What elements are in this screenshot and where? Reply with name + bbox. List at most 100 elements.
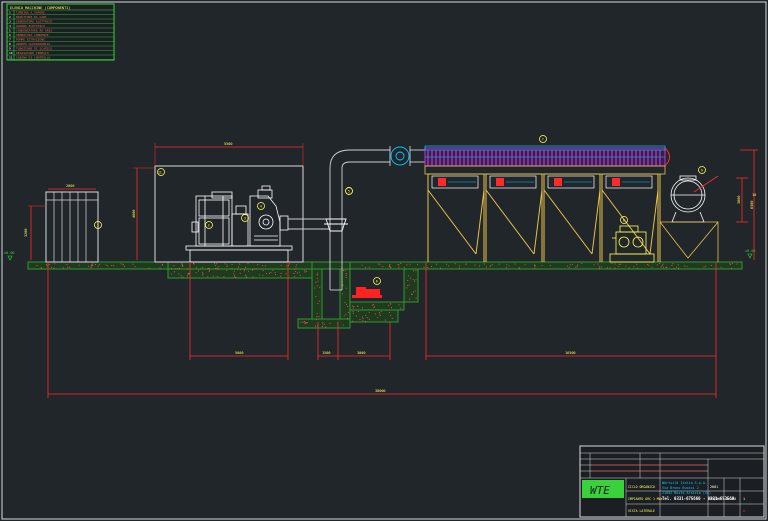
hatch-dot — [243, 268, 245, 270]
hatch-dot — [569, 264, 571, 266]
hatch-dot — [325, 326, 327, 328]
hatch-dot — [665, 267, 667, 268]
drawing-sheet: 1 — [743, 497, 745, 501]
legend-table: ELENCO MACCHINE (COMPONENTI) 1 TURBINA A … — [6, 3, 115, 61]
hatch-dot — [672, 263, 674, 265]
hatch-dot — [200, 268, 201, 270]
hatch-dot — [489, 266, 491, 268]
company-line4: Tel. 0331-675660 - 0331-653568 — [662, 496, 735, 501]
dim-right-height: 3000 — [737, 196, 741, 204]
fan-motor — [554, 178, 562, 186]
dim-top-building: 5500 — [224, 142, 232, 146]
hatch-dot — [318, 316, 320, 318]
hatch-dot — [391, 317, 393, 319]
hatch-dot — [505, 267, 507, 269]
condensate-tank — [659, 166, 719, 262]
fan-motor — [438, 178, 446, 186]
hatch-dot — [215, 268, 217, 269]
legend-row-number: 10 — [9, 51, 13, 55]
hatch-dot — [174, 271, 175, 273]
hatch-dot — [316, 313, 318, 315]
hatch-dot — [202, 267, 204, 268]
hatch-dot — [356, 315, 357, 317]
hatch-dot — [412, 279, 414, 281]
hatch-dot — [316, 316, 318, 317]
hatch-dot — [352, 307, 354, 309]
hatch-dot — [352, 312, 354, 314]
hatch-dot — [534, 267, 536, 269]
hatch-dot — [245, 266, 247, 268]
hatch-dot — [243, 270, 245, 272]
hatch-dot — [577, 264, 578, 266]
hatch-dot — [182, 265, 184, 266]
hatch-dot — [384, 319, 386, 321]
hatch-dot — [710, 265, 712, 266]
hatch-dot — [676, 266, 677, 268]
hatch-dot — [179, 268, 180, 269]
hatch-dot — [581, 263, 583, 264]
legend-row-number: 11 — [9, 55, 13, 59]
dim-pit-b: 3000 — [357, 351, 365, 355]
hatch-dot — [319, 287, 321, 289]
hatch-dot — [662, 263, 664, 265]
hatch-dot — [599, 267, 601, 269]
hatch-dot — [304, 271, 306, 273]
hatch-dot — [352, 305, 353, 307]
hatch-dot — [427, 266, 429, 268]
hatch-dot — [274, 272, 276, 273]
hatch-dot — [214, 265, 216, 267]
hatch-dot — [490, 265, 492, 266]
hatch-dot — [316, 318, 317, 320]
hatch-dot — [218, 266, 220, 268]
hatch-dot — [593, 264, 595, 266]
balloon-5: 5 — [348, 190, 350, 194]
hatch-dot — [296, 264, 297, 266]
hatch-dot — [323, 323, 325, 325]
hatch-dot — [365, 267, 366, 269]
hatch-dot — [315, 282, 317, 284]
hatch-dot — [413, 291, 414, 293]
hatch-dot — [270, 271, 272, 273]
hatch-dot — [233, 273, 235, 275]
storage-tank: 1 2000 3200 — [24, 184, 102, 263]
hatch-dot — [177, 268, 179, 270]
balloon-11: 11 — [158, 171, 162, 175]
hatch-dot — [345, 274, 347, 276]
hatch-dot — [344, 270, 346, 272]
desc-line2: IMPIANTO ORC 1 MWe — [628, 497, 663, 501]
hatch-dot — [518, 267, 520, 269]
hatch-dot — [214, 263, 215, 265]
hatch-dot — [575, 266, 577, 268]
hatch-dot — [647, 264, 648, 265]
hatch-dot — [216, 267, 218, 269]
hatch-dot — [113, 265, 115, 266]
condenser-support-structure — [427, 173, 661, 262]
legend-row-number: 6 — [9, 33, 11, 37]
hatch-dot — [266, 273, 267, 275]
hatch-dot — [235, 276, 237, 278]
hatch-dot — [295, 271, 297, 272]
hatch-dot — [302, 321, 304, 323]
legend-row-text: QUADRO ELETTRICO — [16, 24, 45, 28]
hatch-dot — [636, 263, 638, 265]
hatch-dot — [403, 267, 405, 268]
hatch-dot — [382, 266, 384, 267]
hatch-dot — [226, 264, 228, 266]
drawing-date: 05/08 — [710, 497, 720, 501]
hatch-dot — [343, 270, 344, 271]
legend-row-text: TUBAZIONE DI SCARICO — [16, 46, 52, 50]
hatch-dot — [398, 264, 400, 266]
level-mark-left: ±0.00 — [4, 251, 15, 255]
hatch-dot — [409, 263, 411, 265]
hatch-dot — [508, 265, 510, 267]
hatch-dot — [300, 321, 302, 323]
hatch-dot — [304, 322, 306, 324]
hatch-dot — [182, 265, 183, 267]
hatch-dot — [415, 279, 417, 281]
hatch-dot — [36, 265, 38, 266]
hatch-dot — [62, 267, 64, 269]
hatch-dot — [431, 266, 432, 267]
hatch-dot — [187, 268, 189, 270]
hatch-dot — [231, 268, 233, 270]
hatch-dot — [272, 269, 274, 271]
